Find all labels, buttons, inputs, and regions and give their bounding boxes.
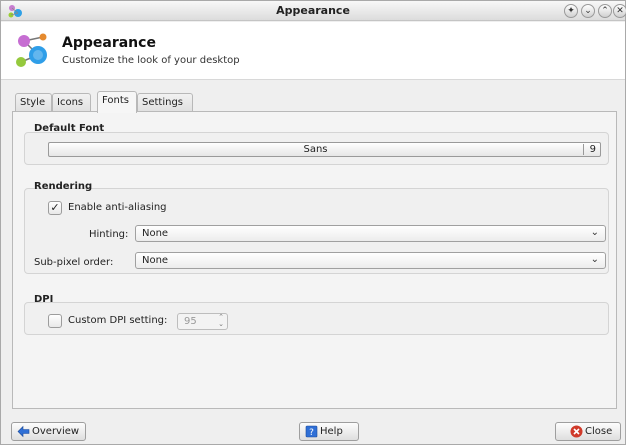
window-maximize-icon[interactable]: ⌃ <box>598 4 612 18</box>
subpixel-label: Sub-pixel order: <box>34 257 114 268</box>
font-size: 9 <box>589 144 596 155</box>
appearance-icon <box>16 33 47 67</box>
tab-style[interactable]: Style <box>15 93 52 112</box>
title-bar[interactable]: Appearance ✦ ⌄ ⌃ ✕ <box>1 1 626 21</box>
close-circle-icon <box>570 425 583 438</box>
close-label: Close <box>585 426 613 437</box>
subpixel-value: None <box>142 255 169 266</box>
default-font-button[interactable]: Sans 9 <box>48 142 601 157</box>
custom-dpi-label: Custom DPI setting: <box>68 315 168 326</box>
dpi-spinbox[interactable]: 95 ⌃ ⌄ <box>177 313 228 330</box>
window-title: Appearance <box>276 4 350 17</box>
help-button[interactable]: ? Help <box>299 422 359 441</box>
close-button[interactable]: Close <box>555 422 621 441</box>
antialias-checkbox[interactable]: ✓ <box>48 201 62 215</box>
font-name: Sans <box>303 144 328 155</box>
custom-dpi-checkbox[interactable] <box>48 314 62 328</box>
window-minimize-icon[interactable]: ⌄ <box>581 4 595 18</box>
hinting-value: None <box>142 228 169 239</box>
antialias-label: Enable anti-aliasing <box>68 202 167 213</box>
page-title: Appearance <box>62 35 156 51</box>
hinting-label: Hinting: <box>89 229 129 240</box>
font-separator <box>583 144 584 155</box>
default-font-title: Default Font <box>34 123 105 134</box>
spin-arrows-icon: ⌃ ⌄ <box>218 313 224 328</box>
svg-text:?: ? <box>309 428 314 438</box>
overview-button[interactable]: Overview <box>11 422 86 441</box>
back-arrow-icon <box>17 425 30 438</box>
tab-icons[interactable]: Icons <box>52 93 91 112</box>
chevron-down-icon: ⌄ <box>590 254 599 265</box>
chevron-down-icon: ⌄ <box>590 227 599 238</box>
window-close-icon[interactable]: ✕ <box>613 4 626 18</box>
appearance-window: Appearance ✦ ⌄ ⌃ ✕ Appearance Customize … <box>0 0 626 445</box>
page-header: Appearance Customize the look of your de… <box>1 22 625 80</box>
overview-label: Overview <box>32 426 80 437</box>
rendering-title: Rendering <box>34 181 93 192</box>
help-label: Help <box>320 426 343 437</box>
page-subtitle: Customize the look of your desktop <box>62 55 240 66</box>
tab-fonts[interactable]: Fonts <box>97 91 137 113</box>
tab-settings[interactable]: Settings <box>137 93 193 112</box>
help-book-icon: ? <box>305 425 318 438</box>
subpixel-combo[interactable]: None ⌄ <box>135 252 606 269</box>
hinting-combo[interactable]: None ⌄ <box>135 225 606 242</box>
dpi-value: 95 <box>184 316 197 327</box>
dpi-title: DPI <box>34 294 54 305</box>
window-help-icon[interactable]: ✦ <box>564 4 578 18</box>
